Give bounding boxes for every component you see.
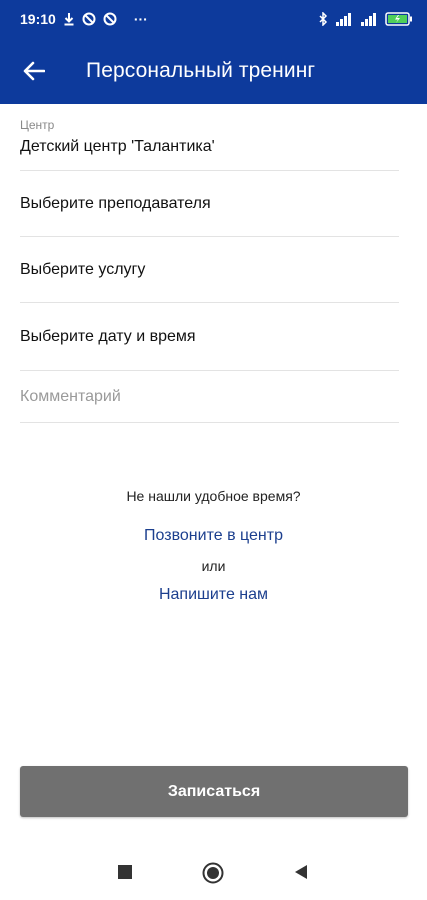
recent-apps-button[interactable] <box>116 863 134 881</box>
back-nav-button[interactable] <box>292 863 310 881</box>
center-field[interactable]: Центр Детский центр 'Талантика' <box>20 118 399 171</box>
triangle-left-icon <box>294 865 308 879</box>
signal-icon <box>335 12 353 26</box>
download-icon <box>63 12 75 26</box>
system-nav-bar <box>0 845 427 900</box>
service-select[interactable]: Выберите услугу <box>20 238 399 303</box>
square-icon <box>118 865 132 879</box>
or-text: или <box>201 558 226 574</box>
back-button[interactable] <box>0 38 68 104</box>
teacher-select-label: Выберите преподавателя <box>20 195 211 212</box>
comment-field <box>20 372 399 423</box>
signal-icon-2 <box>360 12 378 26</box>
submit-button[interactable]: Записаться <box>20 766 408 817</box>
center-field-label: Центр <box>20 118 55 132</box>
app-bar: Персональный тренинг <box>0 38 427 104</box>
more-notifications-icon: ··· <box>133 11 148 27</box>
center-field-value: Детский центр 'Талантика' <box>20 138 215 155</box>
status-bar: 19:10 ··· <box>0 0 427 38</box>
teacher-select[interactable]: Выберите преподавателя <box>20 172 399 237</box>
home-button[interactable] <box>201 861 225 885</box>
status-time: 19:10 <box>20 11 56 27</box>
datetime-select-label: Выберите дату и время <box>20 328 196 345</box>
sync-off-icon-2 <box>103 12 117 26</box>
help-question: Не нашли удобное время? <box>126 488 301 504</box>
sync-off-icon <box>82 12 96 26</box>
arrow-left-icon <box>23 61 45 81</box>
page-title: Персональный тренинг <box>86 59 316 82</box>
write-us-link[interactable]: Напишите нам <box>159 586 268 603</box>
battery-charging-icon <box>385 12 413 26</box>
circle-icon <box>202 862 224 884</box>
call-center-link[interactable]: Позвоните в центр <box>144 527 283 544</box>
service-select-label: Выберите услугу <box>20 261 146 278</box>
bluetooth-icon <box>319 12 328 26</box>
datetime-select[interactable]: Выберите дату и время <box>20 304 399 371</box>
comment-input[interactable] <box>20 388 399 406</box>
